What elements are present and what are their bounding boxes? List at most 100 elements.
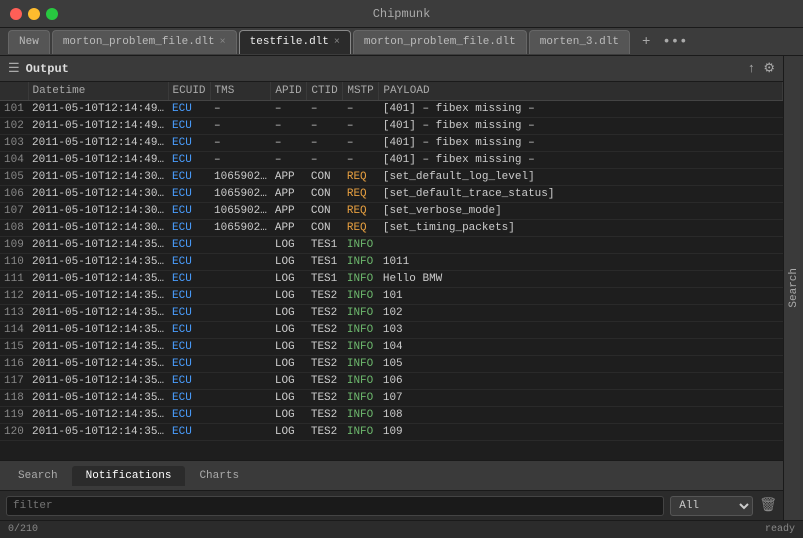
cell-4: – — [271, 101, 307, 118]
cell-6: INFO — [343, 288, 379, 305]
col-header-mstp[interactable]: MSTP — [343, 82, 379, 101]
table-row[interactable]: 1092011-05-10T12:14:35…ECULOGTES1INFO — [0, 237, 783, 254]
col-header-apid[interactable]: APID — [271, 82, 307, 101]
bottom-tab-search[interactable]: Search — [4, 466, 72, 486]
cell-1: 2011-05-10T12:14:35… — [28, 356, 168, 373]
cell-1: 2011-05-10T12:14:35… — [28, 373, 168, 390]
minimize-button[interactable] — [28, 8, 40, 20]
main-area: ☰ Output ↑ ⚙ Datetime ECUID TMS APID CTI… — [0, 56, 803, 520]
table-row[interactable]: 1202011-05-10T12:14:35…ECULOGTES2INFO109 — [0, 424, 783, 441]
cell-1: 2011-05-10T12:14:35… — [28, 271, 168, 288]
cell-6: INFO — [343, 271, 379, 288]
cell-4: LOG — [271, 254, 307, 271]
cell-6: REQ — [343, 220, 379, 237]
table-row[interactable]: 1132011-05-10T12:14:35…ECULOGTES2INFO102 — [0, 305, 783, 322]
cell-1: 2011-05-10T12:14:35… — [28, 305, 168, 322]
tab-testfile[interactable]: testfile.dlt× — [239, 30, 351, 54]
cell-2: ECU — [168, 390, 210, 407]
cell-6: – — [343, 101, 379, 118]
cell-2: ECU — [168, 101, 210, 118]
settings-icon[interactable]: ⚙ — [763, 61, 775, 76]
col-header-payload[interactable]: PAYLOAD — [379, 82, 783, 101]
tabs-bar: Newmorton_problem_file.dlt×testfile.dlt×… — [0, 28, 803, 56]
table-row[interactable]: 1042011-05-10T12:14:49…ECU––––[401] – fi… — [0, 152, 783, 169]
cell-6: INFO — [343, 339, 379, 356]
cell-4: – — [271, 118, 307, 135]
table-row[interactable]: 1142011-05-10T12:14:35…ECULOGTES2INFO103 — [0, 322, 783, 339]
tab-close-testfile[interactable]: × — [334, 37, 340, 48]
cell-0: 107 — [0, 203, 28, 220]
cell-2: ECU — [168, 424, 210, 441]
col-header-ecuid[interactable]: ECUID — [168, 82, 210, 101]
cell-1: 2011-05-10T12:14:35… — [28, 407, 168, 424]
table-row[interactable]: 1162011-05-10T12:14:35…ECULOGTES2INFO105 — [0, 356, 783, 373]
add-tab-button[interactable]: + — [638, 32, 654, 52]
sidebar-search-label[interactable]: Search — [788, 268, 800, 308]
cell-4: LOG — [271, 356, 307, 373]
cell-7: [set_default_trace_status] — [379, 186, 783, 203]
bottom-tab-charts[interactable]: Charts — [185, 466, 253, 486]
table-row[interactable]: 1172011-05-10T12:14:35…ECULOGTES2INFO106 — [0, 373, 783, 390]
cell-3 — [210, 424, 271, 441]
cell-1: 2011-05-10T12:14:30… — [28, 186, 168, 203]
cell-6: INFO — [343, 356, 379, 373]
table-row[interactable]: 1112011-05-10T12:14:35…ECULOGTES1INFOHel… — [0, 271, 783, 288]
cell-4: LOG — [271, 288, 307, 305]
maximize-button[interactable] — [46, 8, 58, 20]
cell-1: 2011-05-10T12:14:49… — [28, 101, 168, 118]
table-row[interactable]: 1152011-05-10T12:14:35…ECULOGTES2INFO104 — [0, 339, 783, 356]
filter-input[interactable] — [6, 496, 664, 516]
cell-3 — [210, 305, 271, 322]
log-table: Datetime ECUID TMS APID CTID MSTP PAYLOA… — [0, 82, 783, 441]
cell-0: 118 — [0, 390, 28, 407]
table-row[interactable]: 1052011-05-10T12:14:30…ECU1065902…APPCON… — [0, 169, 783, 186]
cell-2: ECU — [168, 237, 210, 254]
cell-7: 105 — [379, 356, 783, 373]
cell-6: REQ — [343, 203, 379, 220]
cell-2: ECU — [168, 339, 210, 356]
tab-label-morten3: morten_3.dlt — [540, 36, 619, 48]
close-button[interactable] — [10, 8, 22, 20]
bottom-tab-notifications[interactable]: Notifications — [72, 466, 186, 486]
more-tabs-button[interactable]: ••• — [658, 32, 691, 52]
tab-new[interactable]: New — [8, 30, 50, 54]
table-row[interactable]: 1192011-05-10T12:14:35…ECULOGTES2INFO108 — [0, 407, 783, 424]
cell-4: LOG — [271, 322, 307, 339]
upload-icon[interactable]: ↑ — [748, 61, 756, 76]
filter-select[interactable]: All Errors Warnings Info — [670, 496, 753, 516]
tab-close-morton1[interactable]: × — [220, 37, 226, 48]
cell-0: 110 — [0, 254, 28, 271]
table-row[interactable]: 1072011-05-10T12:14:30…ECU1065902…APPCON… — [0, 203, 783, 220]
cell-5: CON — [307, 220, 343, 237]
table-row[interactable]: 1012011-05-10T12:14:49…ECU––––[401] – fi… — [0, 101, 783, 118]
table-row[interactable]: 1022011-05-10T12:14:49…ECU––––[401] – fi… — [0, 118, 783, 135]
cell-5: CON — [307, 203, 343, 220]
cell-1: 2011-05-10T12:14:35… — [28, 237, 168, 254]
tab-morton1[interactable]: morton_problem_file.dlt× — [52, 30, 237, 54]
trash-icon[interactable]: 🗑 — [759, 497, 777, 514]
table-row[interactable]: 1062011-05-10T12:14:30…ECU1065902…APPCON… — [0, 186, 783, 203]
cell-5: CON — [307, 169, 343, 186]
cell-5: – — [307, 135, 343, 152]
hamburger-icon[interactable]: ☰ — [8, 61, 20, 76]
cell-7: 1011 — [379, 254, 783, 271]
tab-actions: + ••• — [638, 32, 692, 52]
cell-5: TES1 — [307, 254, 343, 271]
status-count: 0/210 — [8, 524, 38, 535]
tab-morton2[interactable]: morton_problem_file.dlt — [353, 30, 527, 54]
table-row[interactable]: 1122011-05-10T12:14:35…ECULOGTES2INFO101 — [0, 288, 783, 305]
table-row[interactable]: 1082011-05-10T12:14:30…ECU1065902…APPCON… — [0, 220, 783, 237]
cell-5: TES2 — [307, 305, 343, 322]
col-header-ctid[interactable]: CTID — [307, 82, 343, 101]
cell-4: LOG — [271, 390, 307, 407]
table-container[interactable]: Datetime ECUID TMS APID CTID MSTP PAYLOA… — [0, 82, 783, 460]
tab-morten3[interactable]: morten_3.dlt — [529, 30, 630, 54]
table-row[interactable]: 1102011-05-10T12:14:35…ECULOGTES1INFO101… — [0, 254, 783, 271]
table-row[interactable]: 1182011-05-10T12:14:35…ECULOGTES2INFO107 — [0, 390, 783, 407]
cell-0: 113 — [0, 305, 28, 322]
cell-0: 108 — [0, 220, 28, 237]
col-header-tms[interactable]: TMS — [210, 82, 271, 101]
cell-4: LOG — [271, 339, 307, 356]
col-header-datetime[interactable]: Datetime — [28, 82, 168, 101]
table-row[interactable]: 1032011-05-10T12:14:49…ECU––––[401] – fi… — [0, 135, 783, 152]
